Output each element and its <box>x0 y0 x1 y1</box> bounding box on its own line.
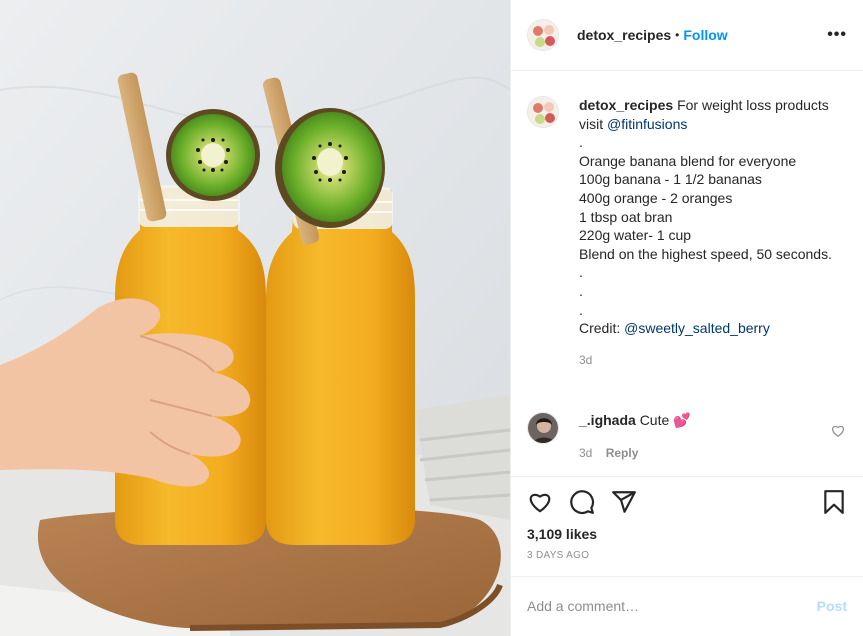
caption-mention[interactable]: @fitinfusions <box>607 116 687 132</box>
comment: _.ighada Cute 💕 3d Reply <box>527 412 847 460</box>
comment-text: Cute 💕 <box>639 412 691 428</box>
share-glyph <box>612 491 636 513</box>
bookmark-glyph <box>824 490 844 514</box>
posted-ago[interactable]: 3 DAYS AGO <box>527 550 589 561</box>
caption-username[interactable]: detox_recipes <box>579 97 673 113</box>
caption-line: 1 tbsp oat bran <box>579 208 673 225</box>
credit-label: Credit: <box>579 320 625 337</box>
share-icon[interactable] <box>611 489 637 518</box>
likes-count[interactable]: 3,109 likes <box>527 526 597 542</box>
follow-button[interactable]: Follow <box>683 27 727 43</box>
avatar-image <box>528 20 558 50</box>
commenter-avatar[interactable] <box>527 412 559 444</box>
caption-line: 100g banana - 1 1/2 bananas <box>579 171 762 188</box>
more-icon[interactable]: ••• <box>827 26 847 44</box>
caption-credit: Credit: @sweetly_salted_berry <box>579 319 847 338</box>
caption-line: 220g water- 1 cup <box>579 227 692 244</box>
action-bar <box>527 489 847 519</box>
small-heart-glyph <box>832 425 844 437</box>
header-username[interactable]: detox_recipes <box>577 27 671 43</box>
header-dot: • <box>675 28 680 42</box>
caption-line: 400g orange - 2 oranges <box>579 189 733 206</box>
comment-body: _.ighada Cute 💕 3d Reply <box>579 412 691 460</box>
avatar-image <box>528 413 558 443</box>
comment-glyph <box>570 490 595 515</box>
bookmark-icon[interactable] <box>821 489 847 518</box>
caption-text: detox_recipes For weight loss products v… <box>579 96 847 369</box>
avatar-image <box>528 97 558 127</box>
add-comment-bar: Post <box>527 577 847 635</box>
comment-meta: 3d Reply <box>579 446 691 460</box>
caption-line: Orange banana blend for everyone <box>579 152 797 169</box>
caption-line: . <box>579 282 583 299</box>
post-button[interactable]: Post <box>817 598 847 614</box>
caption-time[interactable]: 3d <box>579 351 847 370</box>
divider <box>511 476 863 477</box>
instagram-post: detox_recipes • Follow ••• detox_recipes… <box>0 0 863 636</box>
smoothie-image <box>0 0 510 636</box>
post-header: detox_recipes • Follow ••• <box>511 0 863 71</box>
caption-line: . <box>579 134 583 151</box>
avatar[interactable] <box>527 19 559 51</box>
caption-line: . <box>579 301 583 318</box>
comment-time[interactable]: 3d <box>579 446 592 460</box>
heart-icon[interactable] <box>527 489 553 518</box>
caption: detox_recipes For weight loss products v… <box>527 96 847 369</box>
post-photo[interactable] <box>0 0 510 636</box>
caption-line: Blend on the highest speed, 50 seconds. <box>579 245 832 262</box>
comment-icon[interactable] <box>569 489 595 518</box>
comment-input[interactable] <box>527 598 817 614</box>
caption-line: . <box>579 264 583 281</box>
comment-username[interactable]: _.ighada <box>579 412 636 428</box>
post-panel: detox_recipes • Follow ••• detox_recipes… <box>510 0 863 636</box>
credit-mention[interactable]: @sweetly_salted_berry <box>624 320 770 336</box>
caption-avatar[interactable] <box>527 96 559 128</box>
reply-button[interactable]: Reply <box>606 446 639 460</box>
heart-glyph <box>529 493 551 513</box>
small-heart-icon[interactable] <box>831 424 845 441</box>
